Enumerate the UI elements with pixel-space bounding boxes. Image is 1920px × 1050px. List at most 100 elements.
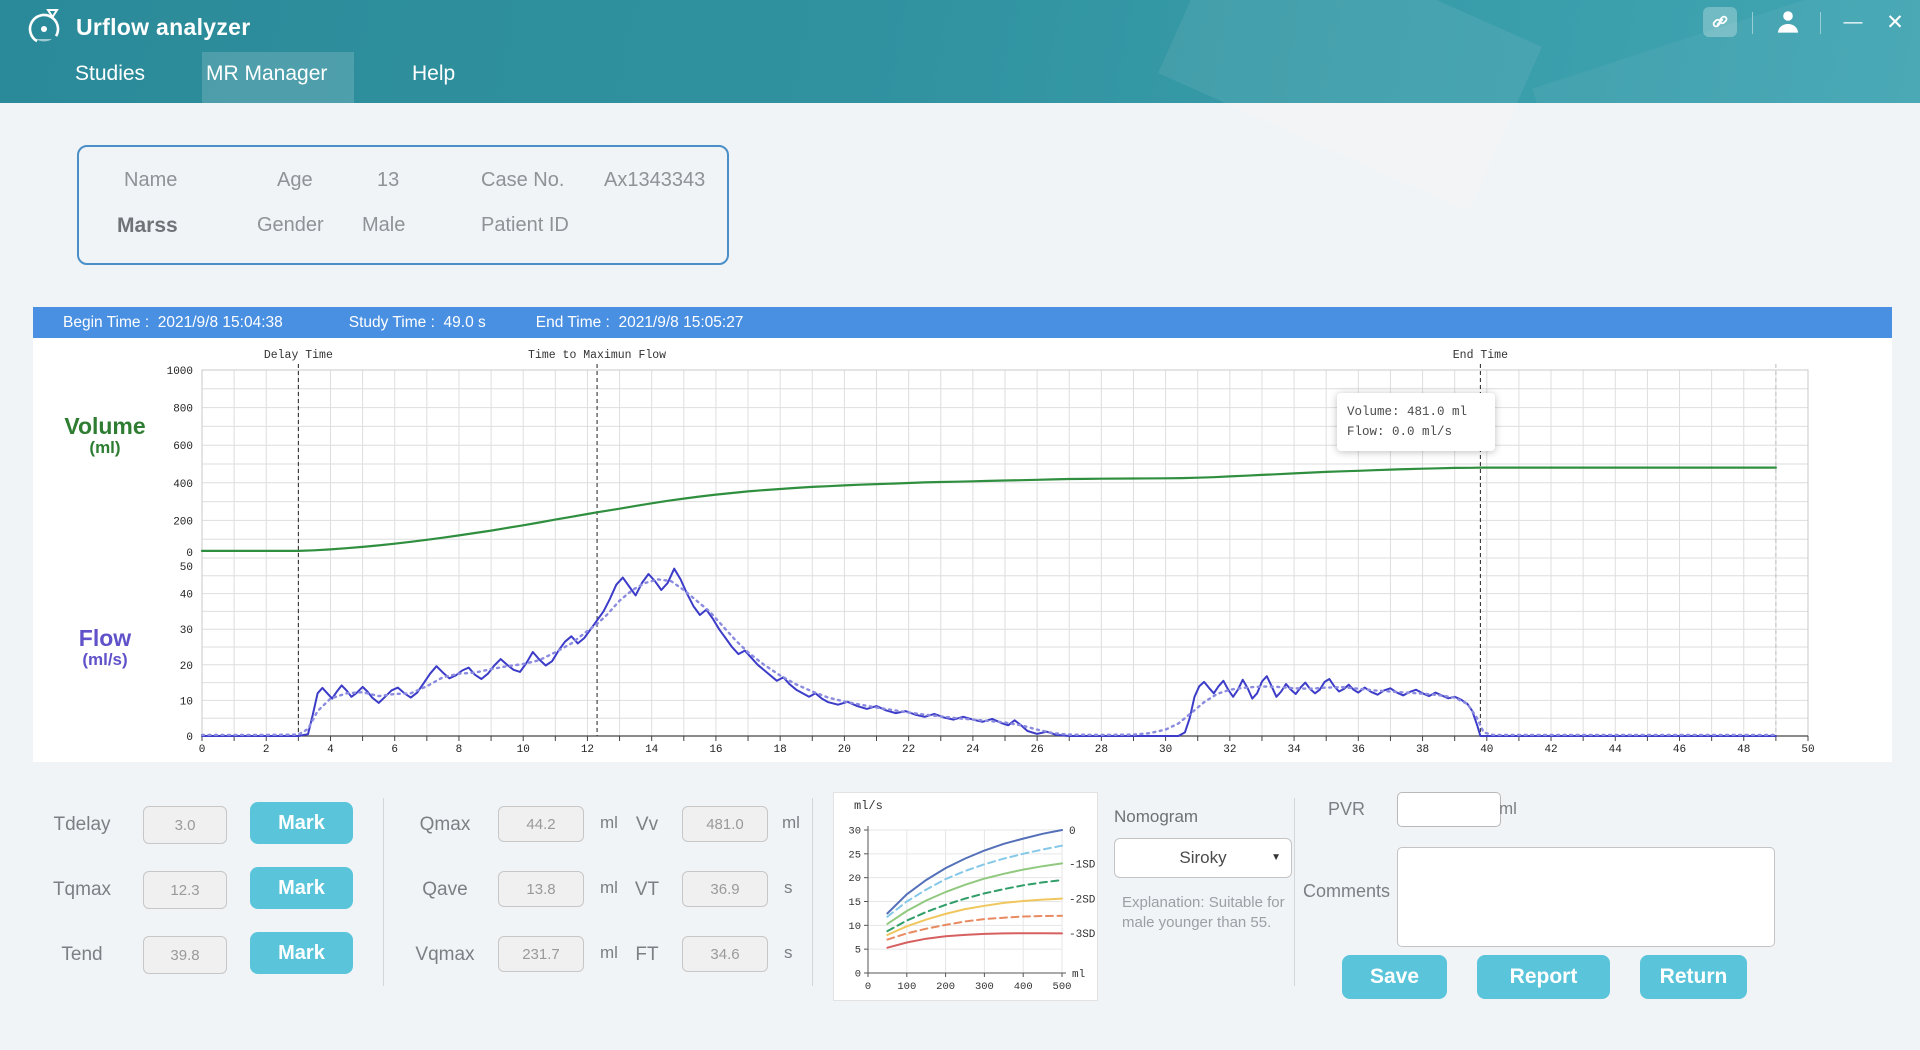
tab-mr-manager[interactable]: MR Manager	[206, 62, 327, 86]
svg-text:24: 24	[966, 744, 980, 756]
vqmax-unit: ml	[600, 943, 618, 962]
tdelay-mark-button[interactable]: Mark	[250, 802, 353, 844]
uroflow-chart-panel[interactable]: Volume (ml) Flow (ml/s) 0 2 4 6 8 10 12 14 16 18 2…	[33, 338, 1892, 762]
patient-name-value: Marss	[117, 214, 178, 237]
divider	[812, 798, 813, 986]
svg-text:48: 48	[1737, 744, 1750, 756]
ft-unit: s	[784, 943, 793, 962]
svg-text:300: 300	[975, 981, 994, 993]
svg-text:40: 40	[180, 590, 193, 602]
divider	[1820, 12, 1821, 34]
patient-info-box: Name Age 13 Case No. Ax1343343 Marss Gen…	[77, 145, 729, 265]
svg-text:-2SD: -2SD	[1069, 895, 1096, 907]
save-button[interactable]: Save	[1342, 955, 1447, 999]
svg-text:32: 32	[1223, 744, 1236, 756]
svg-text:12: 12	[581, 744, 594, 756]
vv-input[interactable]	[682, 806, 768, 842]
divider	[383, 798, 384, 986]
qave-unit: ml	[600, 878, 618, 897]
tend-mark-button[interactable]: Mark	[250, 932, 353, 974]
tend-label: Tend	[61, 944, 103, 965]
nomogram-select[interactable]: Siroky ▼	[1114, 838, 1292, 878]
app-window: Urflow analyzer Studies MR Manager Help …	[0, 0, 1920, 1050]
svg-text:400: 400	[1014, 981, 1033, 993]
nomogram-explanation: Explanation: Suitable for male younger t…	[1122, 894, 1285, 932]
svg-text:30: 30	[180, 625, 193, 637]
svg-text:500: 500	[1053, 981, 1072, 993]
app-logo-icon	[24, 7, 64, 47]
header-decoration	[1158, 0, 1542, 212]
divider	[1294, 798, 1295, 986]
end-time-label: End Time :	[535, 313, 619, 331]
app-title: Urflow analyzer	[76, 14, 251, 40]
svg-text:50: 50	[180, 562, 193, 574]
svg-text:22: 22	[902, 744, 915, 756]
app-header: Urflow analyzer Studies MR Manager Help …	[0, 0, 1920, 232]
svg-text:ml/s: ml/s	[854, 799, 883, 813]
svg-text:16: 16	[709, 744, 722, 756]
pvr-input[interactable]	[1397, 792, 1501, 827]
minimize-button[interactable]: —	[1836, 0, 1870, 46]
svg-text:28: 28	[1095, 744, 1108, 756]
nomogram-plot: 0510152025300 100 200 300 400 500ml/sml0-1SD-…	[848, 799, 1096, 993]
tend-input[interactable]	[143, 936, 227, 974]
svg-text:2: 2	[263, 744, 270, 756]
svg-text:40: 40	[1480, 744, 1493, 756]
svg-text:42: 42	[1544, 744, 1557, 756]
qave-input[interactable]	[498, 871, 584, 907]
svg-text:0: 0	[186, 732, 193, 744]
svg-text:ml: ml	[1072, 969, 1085, 981]
svg-text:18: 18	[774, 744, 787, 756]
svg-text:End Time: End Time	[1453, 349, 1508, 362]
tab-studies[interactable]: Studies	[75, 62, 145, 86]
end-time-value: 2021/9/8 15:05:27	[618, 313, 744, 331]
svg-text:25: 25	[848, 849, 861, 861]
svg-text:20: 20	[180, 661, 193, 673]
svg-text:Delay Time: Delay Time	[264, 349, 333, 362]
svg-text:20: 20	[848, 873, 861, 885]
vt-label: VT	[634, 879, 660, 900]
vqmax-input[interactable]	[498, 936, 584, 972]
volume-axis-title: Volume (ml)	[64, 413, 146, 457]
tab-help[interactable]: Help	[412, 62, 455, 86]
vt-input[interactable]	[682, 871, 768, 907]
svg-text:0: 0	[855, 969, 861, 981]
comments-textarea[interactable]	[1397, 847, 1775, 947]
user-icon[interactable]	[1772, 6, 1804, 40]
tqmax-input[interactable]	[143, 871, 227, 909]
patient-case-value: Ax1343343	[604, 169, 706, 191]
pvr-unit: ml	[1499, 799, 1517, 818]
patient-name-label: Name	[124, 169, 178, 191]
svg-text:200: 200	[173, 516, 193, 528]
nomogram-chart-panel: 0 5 10 15 20 25 30 0 100 200 300 400 500 ml/s ml 0 -1SD -…	[833, 792, 1098, 1001]
qmax-label: Qmax	[419, 814, 471, 835]
cursor-tooltip: Volume: 481.0 ml Flow: 0.0 ml/s	[1337, 393, 1495, 451]
qmax-unit: ml	[600, 813, 618, 832]
link-icon[interactable]	[1703, 7, 1737, 37]
uroflow-plot[interactable]: 0 2 4 6 8 10 12 14 16 18 20 22 24 26 28 30 32 34 36 38 40 42 4…	[33, 338, 1892, 762]
tooltip-flow: Flow: 0.0 ml/s	[1347, 425, 1453, 439]
svg-text:0: 0	[199, 744, 206, 756]
svg-text:10: 10	[848, 921, 861, 933]
ft-label: FT	[635, 944, 659, 965]
svg-text:26: 26	[1031, 744, 1044, 756]
report-button[interactable]: Report	[1477, 955, 1610, 999]
patient-id-label: Patient ID	[481, 214, 569, 236]
svg-text:100: 100	[897, 981, 916, 993]
svg-text:10: 10	[517, 744, 530, 756]
close-button[interactable]: ✕	[1878, 0, 1912, 46]
svg-text:-1SD: -1SD	[1069, 859, 1096, 871]
svg-text:-3SD: -3SD	[1069, 929, 1096, 941]
svg-text:8: 8	[456, 744, 463, 756]
svg-text:30: 30	[1159, 744, 1172, 756]
ft-input[interactable]	[682, 936, 768, 972]
tqmax-mark-button[interactable]: Mark	[250, 867, 353, 909]
qmax-input[interactable]	[498, 806, 584, 842]
tdelay-input[interactable]	[143, 806, 227, 844]
return-button[interactable]: Return	[1640, 955, 1747, 999]
svg-text:34: 34	[1287, 744, 1301, 756]
chevron-down-icon: ▼	[1271, 852, 1281, 863]
svg-text:800: 800	[173, 404, 193, 416]
vqmax-label: Vqmax	[415, 944, 475, 965]
begin-time-label: Begin Time :	[63, 313, 158, 331]
